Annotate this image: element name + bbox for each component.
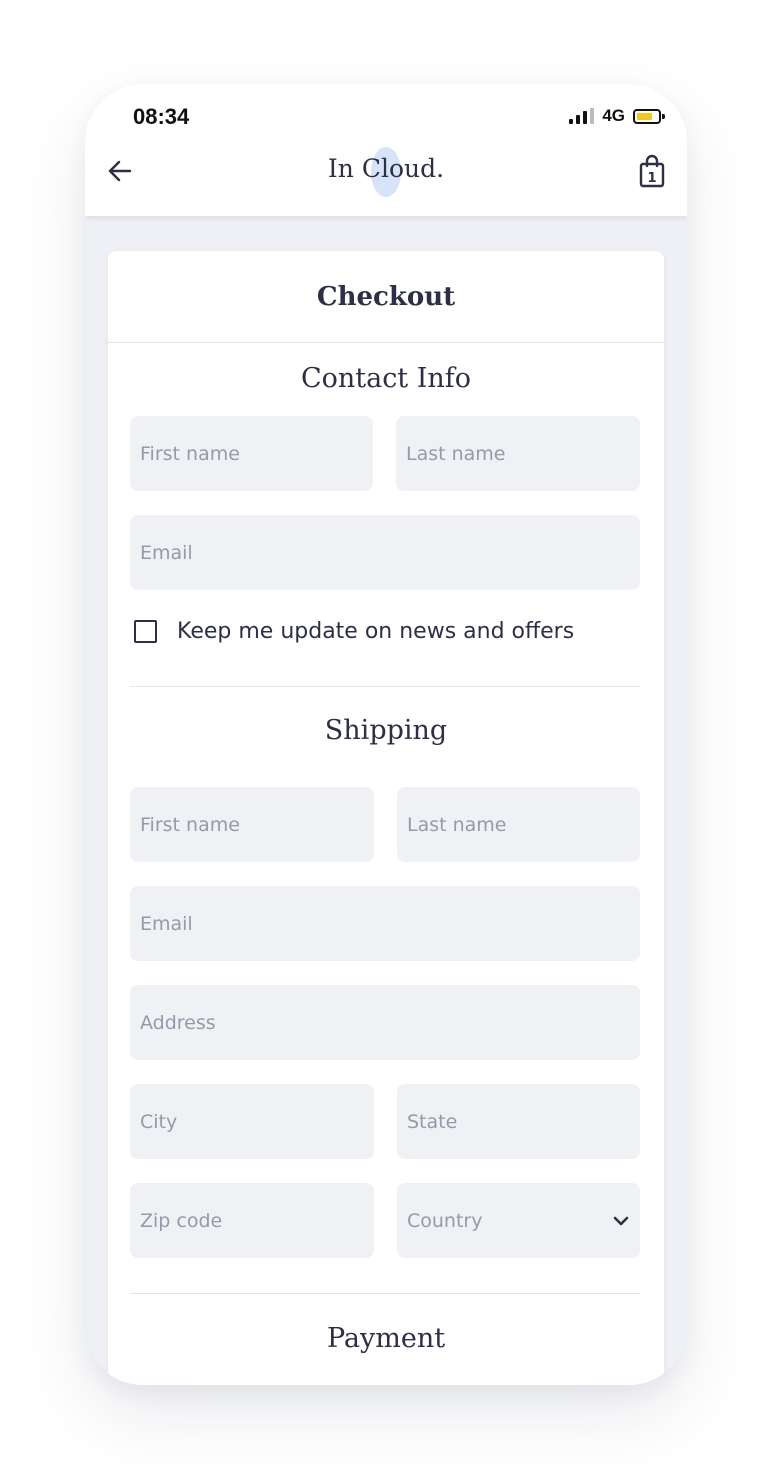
contact-first-name-input[interactable]: [140, 416, 373, 491]
shipping-address-input[interactable]: [140, 985, 640, 1060]
newsletter-option[interactable]: Keep me update on news and offers: [134, 619, 574, 644]
network-type: 4G: [602, 106, 625, 125]
signal-icon: [569, 108, 595, 124]
contact-info-title: Contact Info: [300, 363, 472, 394]
cart-count: 1: [647, 171, 656, 186]
contact-first-name-field[interactable]: [130, 416, 373, 491]
newsletter-label: Keep me update on news and offers: [177, 619, 575, 644]
country-select-value: Country: [407, 1209, 483, 1232]
top-bar: 08:34 4G In Cloud. 1: [85, 84, 687, 216]
shipping-country-select[interactable]: Country: [397, 1183, 640, 1258]
checkout-card: Checkout Contact Info Keep me update on …: [108, 251, 664, 1385]
contact-last-name-input[interactable]: [406, 416, 640, 491]
shipping-city-input[interactable]: [140, 1084, 374, 1159]
brand-title: In Cloud.: [327, 154, 445, 183]
shipping-email-field[interactable]: [130, 886, 640, 961]
checkout-header: Checkout: [108, 251, 664, 343]
contact-email-input[interactable]: [140, 515, 640, 590]
shipping-city-field[interactable]: [130, 1084, 374, 1159]
contact-email-field[interactable]: [130, 515, 640, 590]
shipping-zip-field[interactable]: [130, 1183, 374, 1258]
payment-title: Payment: [326, 1323, 446, 1354]
battery-icon: [633, 108, 665, 124]
shipping-last-name-input[interactable]: [407, 787, 640, 862]
status-time: 08:34: [133, 104, 190, 129]
shipping-last-name-field[interactable]: [397, 787, 640, 862]
chevron-down-icon: [613, 1216, 629, 1226]
shipping-email-input[interactable]: [140, 886, 640, 961]
section-divider: [130, 686, 640, 687]
cart-button[interactable]: 1: [637, 154, 667, 188]
checkout-title: Checkout: [316, 281, 456, 312]
shipping-state-input[interactable]: [407, 1084, 640, 1159]
shipping-first-name-field[interactable]: [130, 787, 374, 862]
newsletter-checkbox[interactable]: [134, 620, 157, 643]
shipping-state-field[interactable]: [397, 1084, 640, 1159]
section-divider: [130, 1293, 640, 1294]
shipping-title: Shipping: [324, 715, 448, 746]
phone-frame: 08:34 4G In Cloud. 1 Checkout Contact In…: [85, 84, 687, 1385]
shipping-zip-input[interactable]: [140, 1183, 374, 1258]
shopping-bag-icon: 1: [639, 154, 665, 188]
shipping-first-name-input[interactable]: [140, 787, 374, 862]
status-indicators: 4G: [569, 106, 665, 126]
shipping-address-field[interactable]: [130, 985, 640, 1060]
contact-last-name-field[interactable]: [396, 416, 640, 491]
